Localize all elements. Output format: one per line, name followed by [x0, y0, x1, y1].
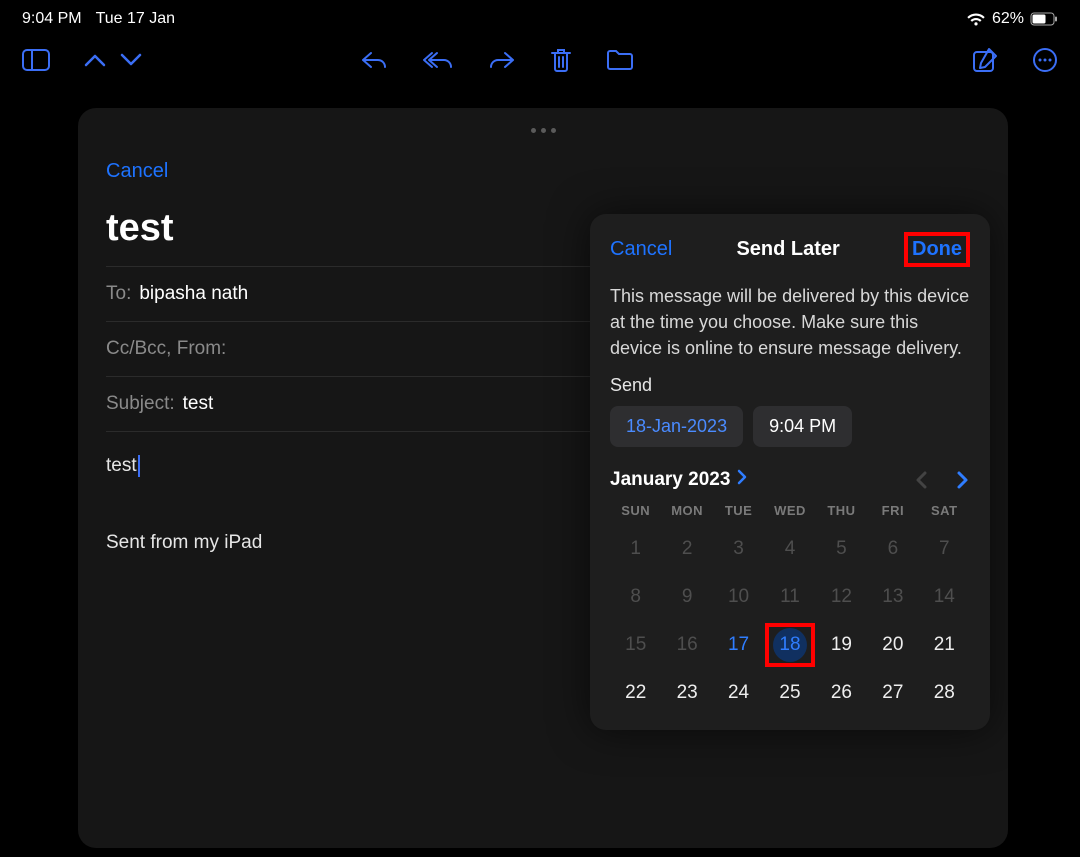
calendar-dow: MON	[661, 503, 712, 518]
more-icon[interactable]	[1032, 47, 1058, 73]
ccbcc-label[interactable]: Cc/Bcc, From:	[106, 338, 226, 360]
calendar-day[interactable]: 28	[919, 676, 970, 710]
send-time-chip[interactable]: 9:04 PM	[753, 406, 852, 447]
subject-value[interactable]: test	[183, 393, 214, 415]
calendar-day: 1	[610, 532, 661, 566]
folder-icon[interactable]	[606, 49, 634, 71]
sheet-grabber[interactable]	[78, 128, 1008, 133]
battery-percent: 62%	[992, 10, 1024, 28]
send-date-chip[interactable]: 18-Jan-2023	[610, 406, 743, 447]
status-time: 9:04 PM	[22, 10, 82, 28]
cancel-button[interactable]: Cancel	[106, 160, 168, 183]
calendar-day[interactable]: 27	[867, 676, 918, 710]
popover-description: This message will be delivered by this d…	[610, 283, 970, 361]
calendar-day: 7	[919, 532, 970, 566]
calendar-day[interactable]: 21	[919, 628, 970, 662]
calendar-dow: SAT	[919, 503, 970, 518]
calendar-day[interactable]: 19	[816, 628, 867, 662]
done-highlight: Done	[904, 232, 970, 267]
sidebar-toggle-icon[interactable]	[22, 49, 50, 71]
to-recipient[interactable]: bipasha nath	[139, 283, 248, 305]
calendar-day[interactable]: 24	[713, 676, 764, 710]
to-label: To:	[106, 283, 131, 305]
body-text: test	[106, 452, 137, 481]
calendar-day[interactable]: 26	[816, 676, 867, 710]
battery-icon	[1030, 12, 1058, 26]
calendar-day[interactable]: 18	[764, 628, 815, 662]
calendar-dow: TUE	[713, 503, 764, 518]
calendar-dow: SUN	[610, 503, 661, 518]
calendar-day: 6	[867, 532, 918, 566]
calendar-day[interactable]: 20	[867, 628, 918, 662]
calendar-dow: WED	[764, 503, 815, 518]
chevron-up-icon[interactable]	[84, 53, 106, 67]
status-date: Tue 17 Jan	[96, 10, 175, 28]
calendar-day: 2	[661, 532, 712, 566]
next-month-button[interactable]	[956, 470, 970, 490]
calendar-day[interactable]: 17	[713, 628, 764, 662]
compose-sheet: Cancel test To: bipasha nath Cc/Bcc, Fro…	[78, 108, 1008, 848]
chevron-down-icon[interactable]	[120, 53, 142, 67]
reply-all-icon[interactable]	[422, 49, 454, 71]
calendar-day: 3	[713, 532, 764, 566]
calendar-month-button[interactable]: January 2023	[610, 469, 748, 491]
trash-icon[interactable]	[550, 47, 572, 73]
calendar-month-label: January 2023	[610, 469, 730, 491]
chevron-right-icon	[736, 469, 748, 491]
text-cursor	[138, 455, 140, 477]
wifi-icon	[966, 12, 986, 27]
mail-toolbar	[0, 30, 1080, 90]
calendar-day: 11	[764, 580, 815, 614]
calendar: January 2023 SUNMONTUEWEDTHUFRISAT123456…	[610, 469, 970, 710]
calendar-day: 16	[661, 628, 712, 662]
popover-title: Send Later	[736, 238, 839, 261]
send-later-popover: Cancel Send Later Done This message will…	[590, 214, 990, 730]
calendar-day: 8	[610, 580, 661, 614]
prev-month-button[interactable]	[914, 470, 928, 490]
calendar-day: 10	[713, 580, 764, 614]
popover-cancel-button[interactable]: Cancel	[610, 238, 672, 261]
send-label: Send	[610, 375, 970, 396]
calendar-day: 9	[661, 580, 712, 614]
calendar-day: 12	[816, 580, 867, 614]
subject-label: Subject:	[106, 393, 175, 415]
calendar-day[interactable]: 22	[610, 676, 661, 710]
calendar-day[interactable]: 23	[661, 676, 712, 710]
calendar-day: 4	[764, 532, 815, 566]
calendar-day: 14	[919, 580, 970, 614]
calendar-day: 13	[867, 580, 918, 614]
calendar-dow: THU	[816, 503, 867, 518]
calendar-day: 15	[610, 628, 661, 662]
reply-icon[interactable]	[360, 49, 388, 71]
calendar-day: 5	[816, 532, 867, 566]
compose-icon[interactable]	[972, 47, 998, 73]
calendar-dow: FRI	[867, 503, 918, 518]
done-button[interactable]: Done	[912, 238, 962, 261]
calendar-day[interactable]: 25	[764, 676, 815, 710]
forward-icon[interactable]	[488, 49, 516, 71]
status-bar: 9:04 PM Tue 17 Jan 62%	[0, 0, 1080, 30]
